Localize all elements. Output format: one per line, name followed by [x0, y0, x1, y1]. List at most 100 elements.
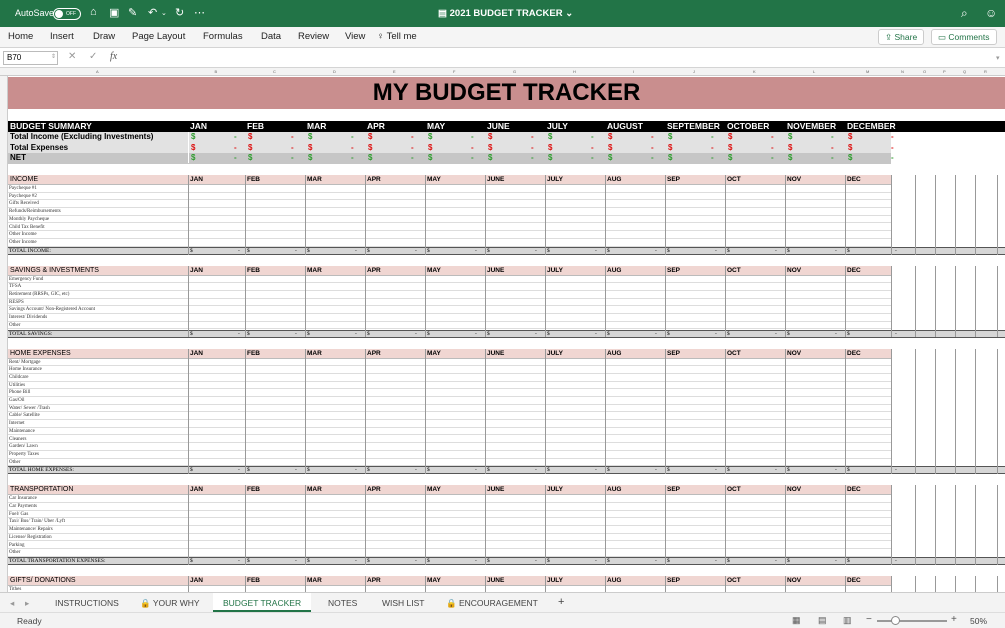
line-item-row[interactable]: Home Insurance — [8, 366, 891, 374]
page-layout-view-icon[interactable]: ▤ — [818, 615, 827, 626]
line-item-row[interactable]: Car Insurance — [8, 495, 891, 503]
column-header[interactable]: N — [901, 69, 904, 74]
line-item-row[interactable]: Car Payments — [8, 503, 891, 511]
line-item-row[interactable]: Refunds/Reimbursements — [8, 208, 891, 216]
comments-button[interactable]: ▭ Comments — [931, 29, 997, 45]
line-item-row[interactable]: Retirement (RRSPs, GIC, etc) — [8, 291, 891, 299]
column-header[interactable]: Q — [963, 69, 966, 74]
line-item-row[interactable]: Maintenance/ Repairs — [8, 526, 891, 534]
line-item-row[interactable]: Cable/ Satellite — [8, 412, 891, 421]
sheet-tab-budget-tracker[interactable]: BUDGET TRACKER — [213, 593, 312, 612]
line-item-row[interactable]: Paycheque #2 — [8, 193, 891, 201]
zoom-slider-handle[interactable] — [891, 616, 900, 625]
tab-data[interactable]: Data — [261, 31, 281, 42]
line-item-row[interactable]: Taxi/ Bus/ Train/ Uber /Lyft — [8, 518, 891, 527]
column-header[interactable]: J — [693, 69, 695, 74]
line-item-row[interactable]: Internet — [8, 420, 891, 428]
expand-formula-icon[interactable]: ▾ — [996, 54, 1000, 62]
sheet-tab-notes[interactable]: NOTES — [328, 598, 357, 608]
undo-dropdown-icon[interactable]: ⌄ — [161, 9, 167, 17]
line-item-row[interactable]: Fuel/ Gas — [8, 511, 891, 519]
column-header[interactable]: R — [984, 69, 987, 74]
line-item-row[interactable]: Childcare — [8, 374, 891, 382]
line-item-row[interactable]: Other — [8, 459, 891, 467]
line-item-row[interactable]: TFSA — [8, 283, 891, 291]
line-item-row[interactable]: Utilities — [8, 382, 891, 390]
more-icon[interactable]: ⋯ — [194, 6, 205, 19]
column-header[interactable]: F — [453, 69, 455, 74]
tab-draw[interactable]: Draw — [93, 31, 115, 42]
column-header[interactable]: C — [273, 69, 276, 74]
line-item-row[interactable]: Other — [8, 322, 891, 330]
name-box[interactable]: B70 — [3, 51, 58, 65]
line-item-row[interactable]: Water/ Sewer /Trash — [8, 405, 891, 413]
column-header[interactable]: M — [866, 69, 869, 74]
line-item-row[interactable]: Gifts Received — [8, 200, 891, 209]
line-item-row[interactable]: Gas/Oil — [8, 397, 891, 405]
tell-me[interactable]: ♀ Tell me — [377, 31, 417, 42]
column-header[interactable]: K — [753, 69, 756, 74]
tab-scroll-right-icon[interactable]: ▸ — [25, 598, 29, 609]
function-icon[interactable]: fx — [110, 51, 117, 62]
normal-view-icon[interactable]: ▦ — [792, 615, 801, 626]
tab-review[interactable]: Review — [298, 31, 329, 42]
zoom-out-icon[interactable]: − — [866, 614, 872, 625]
column-header[interactable]: D — [333, 69, 336, 74]
line-item-row[interactable]: Rent/ Mortgage — [8, 359, 891, 367]
save-icon[interactable]: ▣ — [109, 6, 119, 19]
tab-formulas[interactable]: Formulas — [203, 31, 243, 42]
line-item-row[interactable]: Emergency Fund — [8, 276, 891, 284]
line-item-row[interactable]: Garden/ Lawn — [8, 443, 891, 451]
undo-icon[interactable]: ↶ — [148, 6, 157, 19]
line-item-row[interactable]: License/ Registration — [8, 534, 891, 542]
column-header[interactable]: B — [215, 69, 218, 74]
zoom-slider[interactable] — [877, 620, 947, 622]
name-box-stepper-icon[interactable]: ⇕ — [51, 53, 56, 60]
line-item-row[interactable]: Child Tax Benefit — [8, 224, 891, 232]
sheet-tab-encouragement[interactable]: 🔒 ENCOURAGEMENT — [446, 598, 538, 609]
tab-insert[interactable]: Insert — [50, 31, 74, 42]
save-as-icon[interactable]: ✎ — [128, 6, 137, 19]
line-item-row[interactable]: Other Income — [8, 239, 891, 247]
column-header[interactable]: A — [96, 69, 99, 74]
share-button[interactable]: ⇪ Share — [878, 29, 925, 45]
tab-view[interactable]: View — [345, 31, 365, 42]
line-item-row[interactable]: Interest/ Dividends — [8, 314, 891, 322]
cancel-icon[interactable]: ✕ — [68, 51, 76, 62]
page-break-view-icon[interactable]: ▥ — [843, 615, 852, 626]
column-header[interactable]: P — [943, 69, 946, 74]
line-item-row[interactable]: Other Income — [8, 231, 891, 239]
home-icon[interactable]: ⌂ — [90, 6, 97, 18]
tab-scroll-left-icon[interactable]: ◂ — [10, 598, 14, 609]
feedback-icon[interactable]: ☺ — [985, 6, 997, 20]
tab-home[interactable]: Home — [8, 31, 33, 42]
enter-icon[interactable]: ✓ — [89, 51, 97, 62]
line-item-row[interactable]: Phone Bill — [8, 389, 891, 397]
line-item-row[interactable]: Paycheque #1 — [8, 185, 891, 193]
sheet-tab-instructions[interactable]: INSTRUCTIONS — [55, 598, 119, 608]
worksheet-grid[interactable]: MY BUDGET TRACKER BUDGET SUMMARY JAN FEB MA… — [8, 76, 1005, 592]
line-item-row[interactable]: Cleaners — [8, 436, 891, 444]
column-header[interactable]: L — [813, 69, 815, 74]
line-item-row[interactable]: Savings Account/ Non-Registered Account — [8, 306, 891, 315]
add-sheet-icon[interactable]: + — [558, 596, 564, 608]
column-header[interactable]: I — [633, 69, 634, 74]
line-item-row[interactable]: Parking — [8, 542, 891, 550]
zoom-level[interactable]: 50% — [970, 616, 987, 626]
line-item-row[interactable]: Maintenance — [8, 428, 891, 436]
column-header[interactable]: G — [513, 69, 516, 74]
column-header[interactable]: O — [923, 69, 926, 74]
search-icon[interactable]: ⌕ — [961, 6, 968, 21]
sheet-tab-wish-list[interactable]: WISH LIST — [382, 598, 425, 608]
redo-icon[interactable]: ↻ — [175, 6, 184, 19]
line-item-row[interactable]: Property Taxes — [8, 451, 891, 459]
column-header[interactable]: H — [573, 69, 576, 74]
line-item-row[interactable]: RESPS — [8, 299, 891, 307]
document-title[interactable]: ▤ 2021 BUDGET TRACKER ⌄ — [438, 8, 573, 19]
autosave-toggle[interactable]: OFF — [53, 8, 81, 20]
zoom-in-icon[interactable]: + — [951, 614, 957, 625]
column-header[interactable]: E — [393, 69, 396, 74]
line-item-row[interactable]: Other — [8, 549, 891, 557]
tab-page-layout[interactable]: Page Layout — [132, 31, 185, 42]
sheet-tab-your-why[interactable]: 🔒 YOUR WHY — [140, 598, 200, 609]
